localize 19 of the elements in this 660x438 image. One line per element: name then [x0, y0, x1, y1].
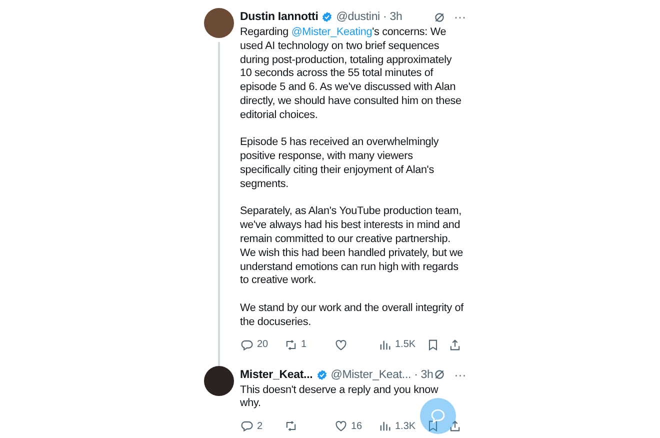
more-button[interactable]: ···	[454, 368, 466, 382]
handle: @dustini	[336, 11, 380, 23]
author-name[interactable]: Dustin Iannotti	[240, 11, 318, 23]
reply-button[interactable]: 20	[240, 338, 284, 352]
views-button[interactable]: 1.3K	[378, 419, 426, 434]
more-button[interactable]: ···	[454, 10, 466, 24]
handle: @Mister_Keat...	[330, 368, 412, 381]
tweet-text: Regarding @Mister_Keating's concerns: We used AI technology on two brief sequences during post-production, totaling approximately 10 seconds across the 55 total minutes of episode 5 and 6. As we've discussed with Alan directly, we should have consulted him on these editorial choices.	[240, 26, 462, 123]
like-button[interactable]: 16	[334, 419, 378, 434]
author-name[interactable]: Mister_Keat...	[240, 368, 313, 381]
views-button[interactable]: 1.5K	[378, 338, 426, 352]
timestamp: · 3h	[414, 368, 434, 381]
repost-button[interactable]: 1	[284, 338, 334, 352]
timestamp: · 3h	[382, 11, 402, 23]
tweet-text: Episode 5 has received an overwhelmingly positive response, with many viewers specifically citing their enjoyment of Alan's segments.	[240, 136, 440, 192]
tweet-text: This doesn't deserve a reply and you know why.	[240, 384, 440, 412]
tweet-text: We stand by our work and the overall integrity of the docuseries.	[240, 302, 465, 330]
tweet-text: Separately, as Alan's YouTube production team, we've always had his best interests in mind and remain committed to our creative partnership. We wish this had been handled privately, but we understand emotions can run high with regards to creative work.	[240, 205, 464, 288]
reply-button[interactable]: 2	[240, 419, 284, 434]
